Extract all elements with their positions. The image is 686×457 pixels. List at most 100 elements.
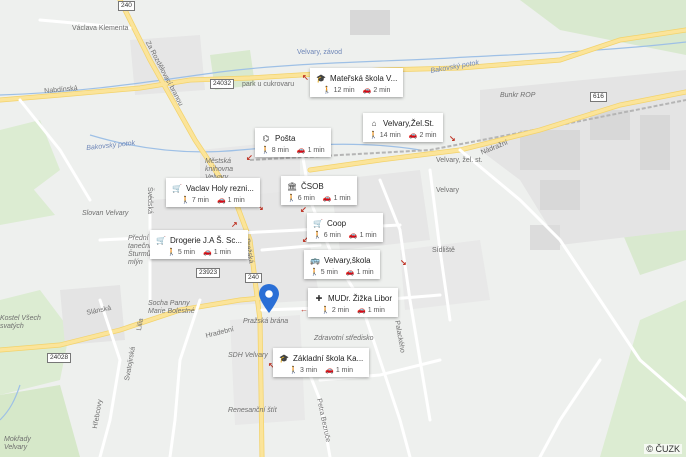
direction-arrow-icon: ↖ (302, 73, 309, 82)
drive-time: 🚗 1 min (345, 268, 374, 277)
bank-icon: 🏛 (287, 181, 298, 191)
poi-label: Velvary, závod (297, 49, 343, 56)
poi-card[interactable]: 🛒 Coop 🚶 6 min 🚗 1 min (307, 213, 383, 242)
drive-time: 🚗 2 min (408, 131, 437, 140)
walk-time: 🚶 5 min (167, 248, 196, 257)
direction-arrow-icon: ↘ (449, 134, 456, 143)
direction-arrow-icon: ↗ (231, 220, 238, 229)
walking-icon: 🚶 (181, 197, 190, 204)
walk-time: 🚶 6 min (287, 194, 315, 203)
poi-label: SDH Velvary (228, 352, 268, 359)
map-copyright: © ČUZK (644, 444, 682, 454)
poi-name: Coop (327, 218, 347, 228)
school-icon: 🎓 (279, 353, 289, 363)
walking-icon: 🚶 (313, 232, 322, 239)
cart-icon: 🛒 (313, 218, 323, 228)
location-pin-icon[interactable] (258, 284, 280, 314)
poi-label: Bunkr ROP (500, 92, 536, 99)
bus-icon: 🚌 (310, 255, 320, 265)
walk-time: 🚶 12 min (322, 86, 355, 95)
walking-icon: 🚶 (287, 195, 296, 202)
walk-time: 🚶 3 min (289, 366, 318, 375)
road-number-24032: 24032 (210, 79, 235, 89)
road-number-23923: 23923 (196, 268, 221, 278)
poi-card[interactable]: ⌬ Pošta 🚶 8 min 🚗 1 min (255, 128, 331, 157)
drive-time: 🚗 1 min (203, 248, 231, 257)
school-icon: 🎓 (316, 73, 326, 83)
poi-card[interactable]: 🚌 Velvary,škola 🚶 5 min 🚗 1 min (304, 250, 380, 279)
street-label: Václava Klementa (72, 25, 129, 32)
building-icon: ⌂ (371, 118, 377, 128)
poi-name: ČSOB (301, 181, 324, 191)
car-icon: 🚗 (322, 195, 332, 202)
road-number-616: 616 (590, 92, 607, 102)
drive-time: 🚗 1 min (322, 194, 351, 203)
walk-time: 🚶 14 min (369, 131, 401, 140)
drive-time: 🚗 1 min (325, 366, 353, 375)
poi-label: Velvary, žel. st. (436, 157, 483, 164)
direction-arrow-icon: ↙ (300, 205, 307, 214)
poi-name: Základní škola Ka... (293, 353, 364, 363)
drive-time: 🚗 1 min (348, 231, 377, 240)
car-icon: 🚗 (362, 87, 372, 94)
car-icon: 🚗 (348, 232, 358, 239)
car-icon: 🚗 (357, 307, 366, 314)
poi-label: Zdravotní středisko (314, 335, 374, 342)
map-view[interactable]: 240 24032 616 240 23923 24028 Václava Kl… (0, 0, 686, 457)
car-icon: 🚗 (325, 367, 334, 374)
poi-name: Vaclav Holy rezni... (186, 183, 254, 193)
cart-icon: 🛒 (156, 235, 166, 245)
poi-name: Drogerie J.A Š. Sc... (170, 235, 243, 245)
walking-icon: 🚶 (310, 269, 319, 276)
post-icon: ⌬ (262, 133, 270, 143)
walking-icon: 🚶 (289, 367, 298, 374)
poi-name: Pošta (275, 133, 296, 143)
road-number-24028: 24028 (47, 353, 72, 363)
cart-icon: 🛒 (172, 183, 182, 193)
walk-time: 🚶 2 min (321, 306, 349, 315)
poi-card[interactable]: ✚ MUDr. Žižka Libor 🚶 2 min 🚗 1 min (308, 288, 399, 317)
poi-label: Socha Panny Marie Bolestné (148, 300, 195, 315)
poi-card[interactable]: 🛒 Vaclav Holy rezni... 🚶 7 min 🚗 1 min (166, 178, 260, 207)
street-label: Švédská (146, 187, 153, 214)
area-label: Sídliště (432, 247, 455, 254)
poi-name: Velvary,Žel.St. (383, 118, 434, 128)
walking-icon: 🚶 (322, 87, 332, 94)
walk-time: 🚶 8 min (261, 146, 289, 155)
walk-time: 🚶 6 min (313, 231, 341, 240)
poi-name: Mateřská škola V... (330, 73, 398, 83)
poi-name: MUDr. Žižka Libor (328, 293, 393, 303)
poi-label: Pražská brána (243, 318, 289, 325)
poi-card[interactable]: 🎓 Mateřská škola V... 🚶 12 min 🚗 2 min (310, 68, 404, 97)
poi-card[interactable]: 🎓 Základní škola Ka... 🚶 3 min 🚗 1 min (273, 348, 370, 377)
direction-arrow-icon: ↘ (400, 258, 407, 267)
poi-label: Kostel Všech svatých (0, 315, 41, 330)
drive-time: 🚗 1 min (296, 146, 325, 155)
drive-time: 🚗 1 min (216, 196, 245, 205)
poi-label: Mokřady Velvary (4, 436, 31, 451)
car-icon: 🚗 (203, 249, 212, 256)
drive-time: 🚗 1 min (357, 306, 385, 315)
poi-name: Velvary,škola (324, 255, 371, 265)
car-icon: 🚗 (216, 197, 226, 204)
poi-card[interactable]: 🛒 Drogerie J.A Š. Sc... 🚶 5 min 🚗 1 min (150, 230, 249, 259)
car-icon: 🚗 (296, 147, 306, 154)
drive-time: 🚗 2 min (362, 86, 391, 95)
car-icon: 🚗 (408, 132, 418, 139)
walking-icon: 🚶 (167, 249, 176, 256)
poi-label: Velvary (436, 187, 459, 194)
poi-card[interactable]: ⌂ Velvary,Žel.St. 🚶 14 min 🚗 2 min (363, 113, 443, 142)
poi-card[interactable]: 🏛 ČSOB 🚶 6 min 🚗 1 min (281, 176, 357, 205)
poi-label: park u cukrovaru (242, 81, 295, 88)
direction-arrow-icon: ← (300, 305, 308, 314)
walking-icon: 🚶 (321, 307, 330, 314)
poi-label: Renesanční štít (228, 407, 277, 414)
walking-icon: 🚶 (369, 132, 378, 139)
car-icon: 🚗 (345, 269, 355, 276)
medical-icon: ✚ (315, 293, 323, 303)
direction-arrow-icon: ↙ (246, 153, 253, 162)
poi-label: Slovan Velvary (82, 210, 129, 217)
walk-time: 🚶 7 min (181, 196, 209, 205)
road-number-240-mid: 240 (245, 273, 262, 283)
walking-icon: 🚶 (261, 147, 270, 154)
